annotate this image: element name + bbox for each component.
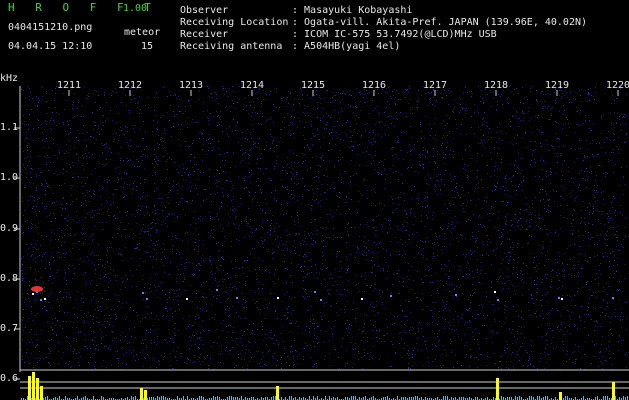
meteor-echo bbox=[40, 299, 42, 301]
x-tick-label: 1215 bbox=[301, 80, 326, 91]
meteor-echo bbox=[612, 297, 614, 299]
meteor-histogram bbox=[21, 372, 628, 400]
y-tick-label: 0.6 bbox=[0, 373, 19, 384]
meteor-echo-bright bbox=[31, 286, 43, 292]
x-tick-label: 1218 bbox=[484, 80, 509, 91]
x-tick-label: 1216 bbox=[362, 80, 387, 91]
meteor-echo bbox=[561, 298, 563, 300]
histogram-spike bbox=[612, 382, 615, 400]
histogram-spike bbox=[40, 386, 43, 400]
meteor-echo bbox=[142, 292, 144, 294]
meteor-echo bbox=[314, 291, 316, 293]
histogram-spike bbox=[140, 388, 143, 400]
meteor-echo bbox=[277, 297, 279, 299]
meteor-echo bbox=[558, 297, 560, 299]
x-tick-label: 1219 bbox=[545, 80, 570, 91]
histogram-spike bbox=[559, 392, 562, 400]
meteor-echo bbox=[44, 298, 46, 300]
histogram-spike bbox=[32, 372, 35, 400]
x-tick-label: 1214 bbox=[240, 80, 265, 91]
meteor-echo bbox=[236, 297, 238, 299]
histogram-spike bbox=[28, 376, 31, 400]
histogram-spike bbox=[144, 390, 147, 400]
x-tick-label: 1211 bbox=[57, 80, 82, 91]
y-tick-label: 1.1 bbox=[0, 122, 19, 133]
meteor-echo bbox=[320, 299, 322, 301]
meteor-echo bbox=[361, 298, 363, 300]
spectrogram-noise bbox=[21, 86, 627, 370]
meteor-echoes bbox=[31, 286, 614, 301]
y-tick-label: 1.0 bbox=[0, 172, 19, 183]
y-axis-ticks bbox=[14, 127, 20, 380]
meteor-echo bbox=[494, 291, 496, 293]
x-tick-label: 1213 bbox=[179, 80, 204, 91]
histogram-spike bbox=[276, 386, 279, 400]
histogram-spike bbox=[496, 378, 499, 400]
meteor-echo bbox=[390, 295, 392, 297]
spectrogram-plot bbox=[14, 86, 629, 400]
meteor-echo bbox=[146, 298, 148, 300]
x-axis-ticks bbox=[68, 90, 619, 96]
meteor-echo bbox=[497, 299, 499, 301]
y-axis-unit: kHz bbox=[0, 73, 19, 84]
y-tick-label: 0.7 bbox=[0, 323, 19, 334]
meteor-echo bbox=[186, 298, 188, 300]
x-tick-label: 1217 bbox=[423, 80, 448, 91]
histogram-spike bbox=[36, 378, 39, 400]
y-tick-label: 0.9 bbox=[0, 223, 19, 234]
meteor-echo bbox=[455, 294, 457, 296]
y-tick-label: 0.8 bbox=[0, 273, 19, 284]
meteor-echo bbox=[32, 293, 34, 295]
x-tick-label: 1212 bbox=[118, 80, 143, 91]
x-tick-label: 1220 bbox=[606, 80, 629, 91]
meteor-echo bbox=[216, 289, 218, 291]
